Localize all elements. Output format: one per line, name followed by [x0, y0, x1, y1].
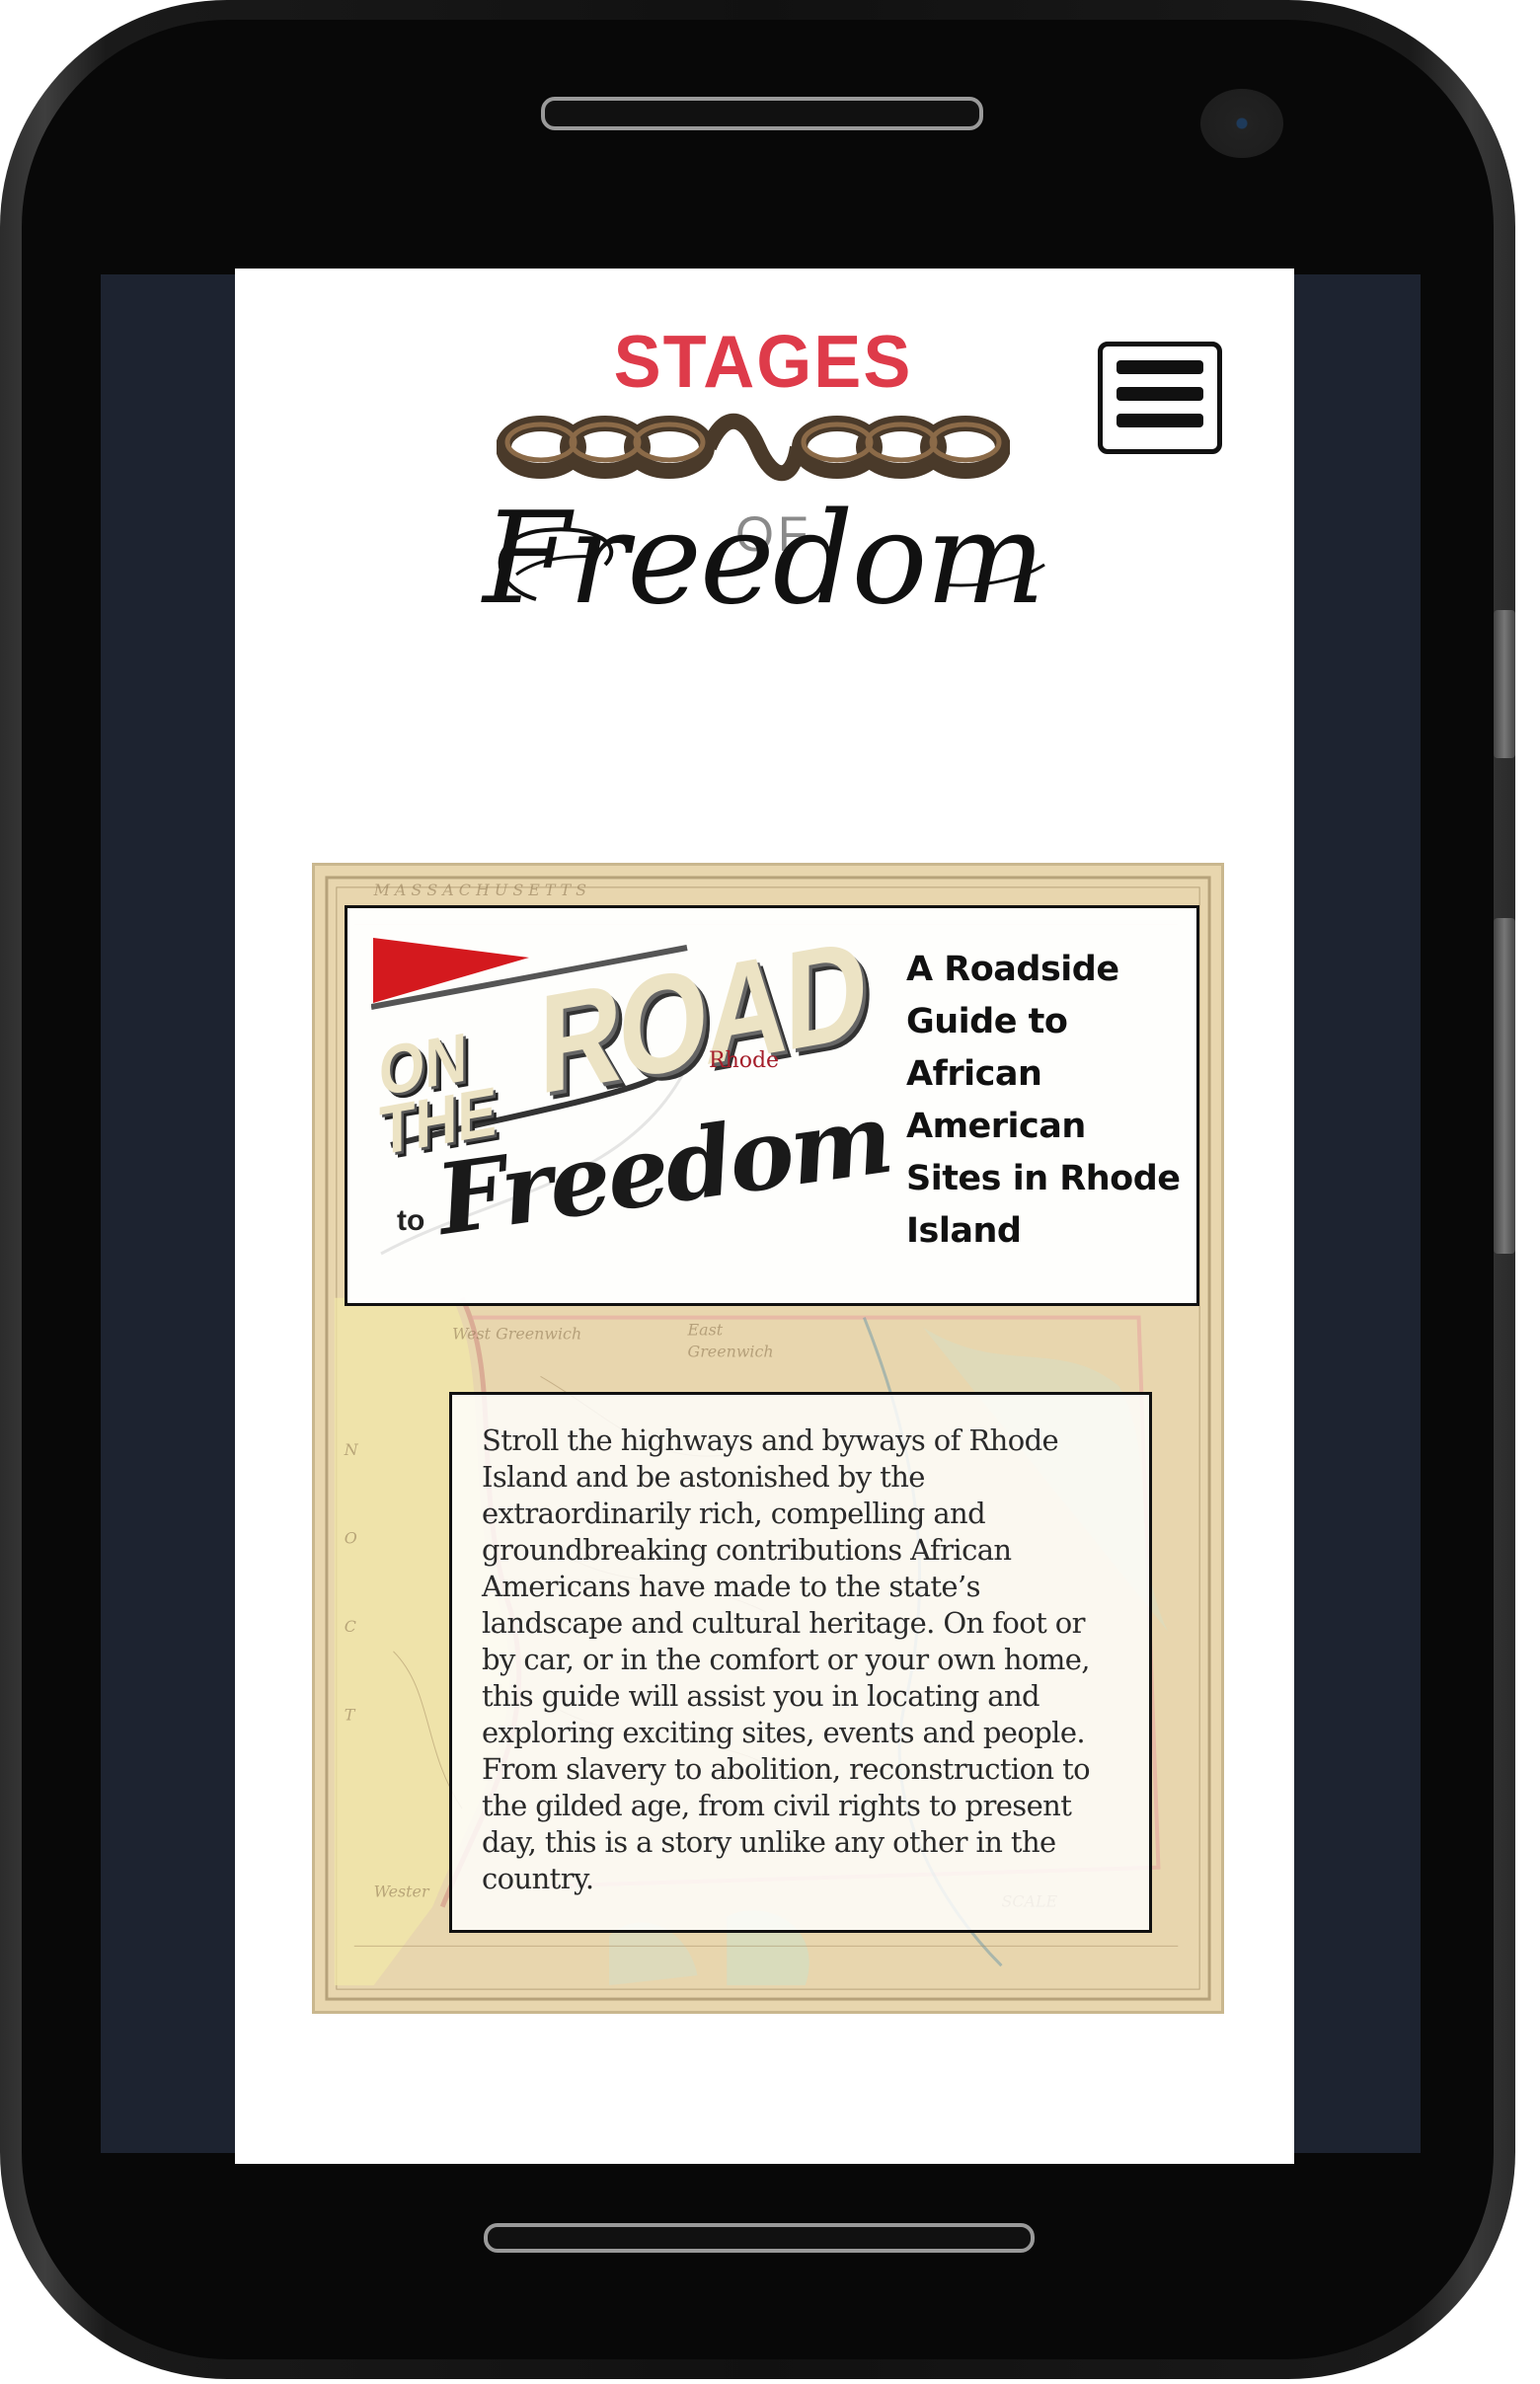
description-box: Stroll the highways and byways of Rhode … — [449, 1392, 1152, 1933]
guide-title: A Roadside Guide to African American Sit… — [906, 950, 1181, 1251]
map-label: T — [345, 1706, 356, 1725]
logo-freedom-text: Freedom — [483, 486, 1045, 633]
chain-icon — [497, 413, 1010, 482]
map-label: East — [687, 1321, 724, 1340]
map-label: C — [345, 1617, 356, 1636]
map-label: O — [345, 1528, 357, 1547]
earpiece-speaker — [541, 97, 983, 130]
volume-button — [1494, 918, 1515, 1254]
site-logo[interactable]: STAGES OF Freedom — [477, 308, 1049, 633]
front-camera — [1200, 89, 1283, 158]
map-label: Greenwich — [688, 1342, 774, 1360]
web-page: STAGES OF Freedom M A S S A C H U S E T … — [235, 269, 1294, 2164]
road-art-rhode: Rhode — [709, 1048, 780, 1073]
map-label: M A S S A C H U S E T T S — [373, 881, 587, 899]
hamburger-menu-icon — [1116, 360, 1203, 374]
description-text: Stroll the highways and byways of Rhode … — [482, 1423, 1091, 1895]
bottom-speaker — [484, 2223, 1035, 2253]
power-button — [1494, 610, 1515, 758]
hamburger-bar — [1116, 414, 1203, 427]
on-the-road-logo: ON THE ROAD Rhode to Freedom — [371, 910, 896, 1273]
map-label: Wester — [374, 1883, 430, 1901]
phone-frame: STAGES OF Freedom M A S S A C H U S E T … — [0, 0, 1515, 2379]
hero-map-card: M A S S A C H U S E T T S West Greenwich… — [312, 863, 1224, 2014]
hamburger-menu-button[interactable] — [1098, 342, 1222, 454]
map-label: N — [344, 1440, 359, 1459]
map-label: West Greenwich — [452, 1325, 581, 1344]
logo-stages-text: STAGES — [613, 321, 913, 404]
hero-title-box: ON THE ROAD Rhode to Freedom A Roadside … — [345, 905, 1199, 1306]
hamburger-bar — [1116, 387, 1203, 401]
road-art-to: to — [397, 1204, 425, 1237]
